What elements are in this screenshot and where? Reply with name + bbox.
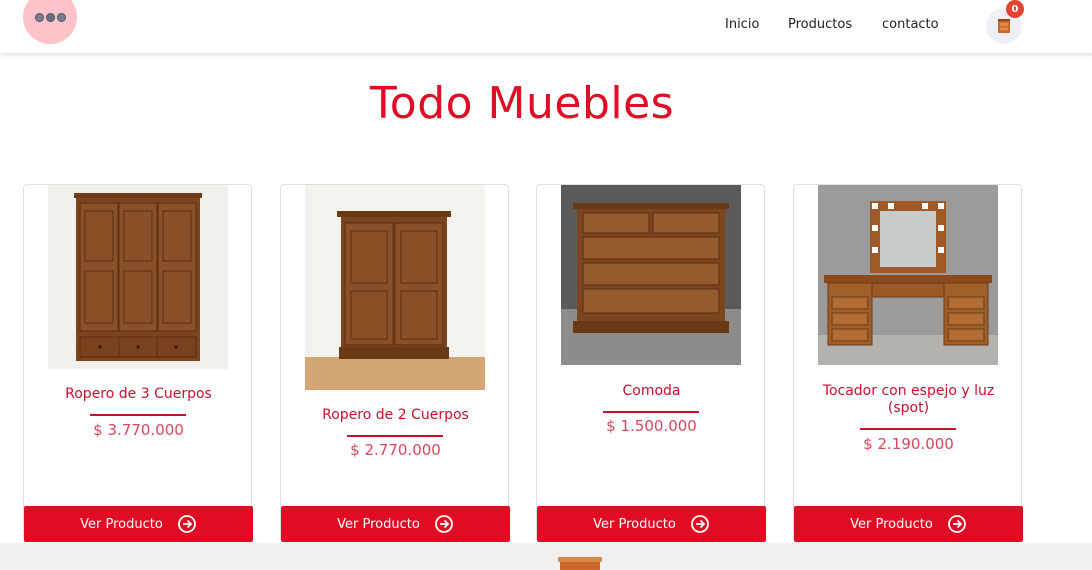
divider	[603, 411, 699, 413]
arrow-right-circle-icon	[947, 515, 966, 533]
product-card: Tocador con espejo y luz (spot) $ 2.190.…	[793, 184, 1023, 542]
product-price: $ 1.500.000	[606, 417, 697, 435]
cart-count-badge: 0	[1006, 0, 1024, 18]
view-product-label: Ver Producto	[850, 516, 933, 532]
product-price: $ 2.190.000	[863, 435, 954, 453]
arrow-right-circle-icon	[177, 515, 196, 533]
product-name: Tocador con espejo y luz (spot)	[822, 383, 995, 416]
arrow-right-circle-icon	[690, 515, 709, 533]
product-card: Comoda $ 1.500.000 Ver Producto	[536, 184, 766, 542]
view-product-button[interactable]: Ver Producto	[794, 506, 1023, 542]
divider	[90, 414, 186, 416]
nav-contacto[interactable]: contacto	[882, 17, 939, 32]
vanity-with-lights-image	[818, 185, 998, 365]
divider	[860, 428, 956, 430]
site-header: Inicio Productos contacto 0	[0, 0, 1092, 53]
divider	[347, 435, 443, 437]
logo[interactable]	[23, 0, 77, 44]
product-price: $ 2.770.000	[350, 441, 441, 459]
page-title: Todo Muebles	[369, 78, 675, 129]
logo-dot-icon	[45, 12, 55, 22]
chest-of-drawers-image	[561, 185, 741, 365]
view-product-label: Ver Producto	[593, 516, 676, 532]
product-name: Comoda	[622, 383, 681, 399]
footer	[0, 543, 1092, 570]
arrow-right-circle-icon	[434, 515, 453, 533]
view-product-button[interactable]: Ver Producto	[537, 506, 766, 542]
nav-inicio[interactable]: Inicio	[725, 17, 759, 32]
product-card: Ropero de 3 Cuerpos $ 3.770.000 Ver Prod…	[23, 184, 253, 542]
view-product-label: Ver Producto	[80, 516, 163, 532]
logo-dot-icon	[56, 12, 66, 22]
cart-icon	[998, 19, 1010, 33]
wardrobe-2-doors-image	[305, 185, 485, 390]
product-name: Ropero de 2 Cuerpos	[322, 407, 469, 423]
product-price: $ 3.770.000	[93, 421, 184, 439]
product-name: Ropero de 3 Cuerpos	[65, 386, 212, 402]
logo-dot-icon	[34, 12, 44, 22]
view-product-label: Ver Producto	[337, 516, 420, 532]
view-product-button[interactable]: Ver Producto	[281, 506, 510, 542]
product-card: Ropero de 2 Cuerpos $ 2.770.000 Ver Prod…	[280, 184, 510, 542]
furniture-icon	[558, 557, 602, 570]
view-product-button[interactable]: Ver Producto	[24, 506, 253, 542]
wardrobe-3-doors-image	[48, 185, 228, 369]
nav-productos[interactable]: Productos	[788, 17, 852, 32]
